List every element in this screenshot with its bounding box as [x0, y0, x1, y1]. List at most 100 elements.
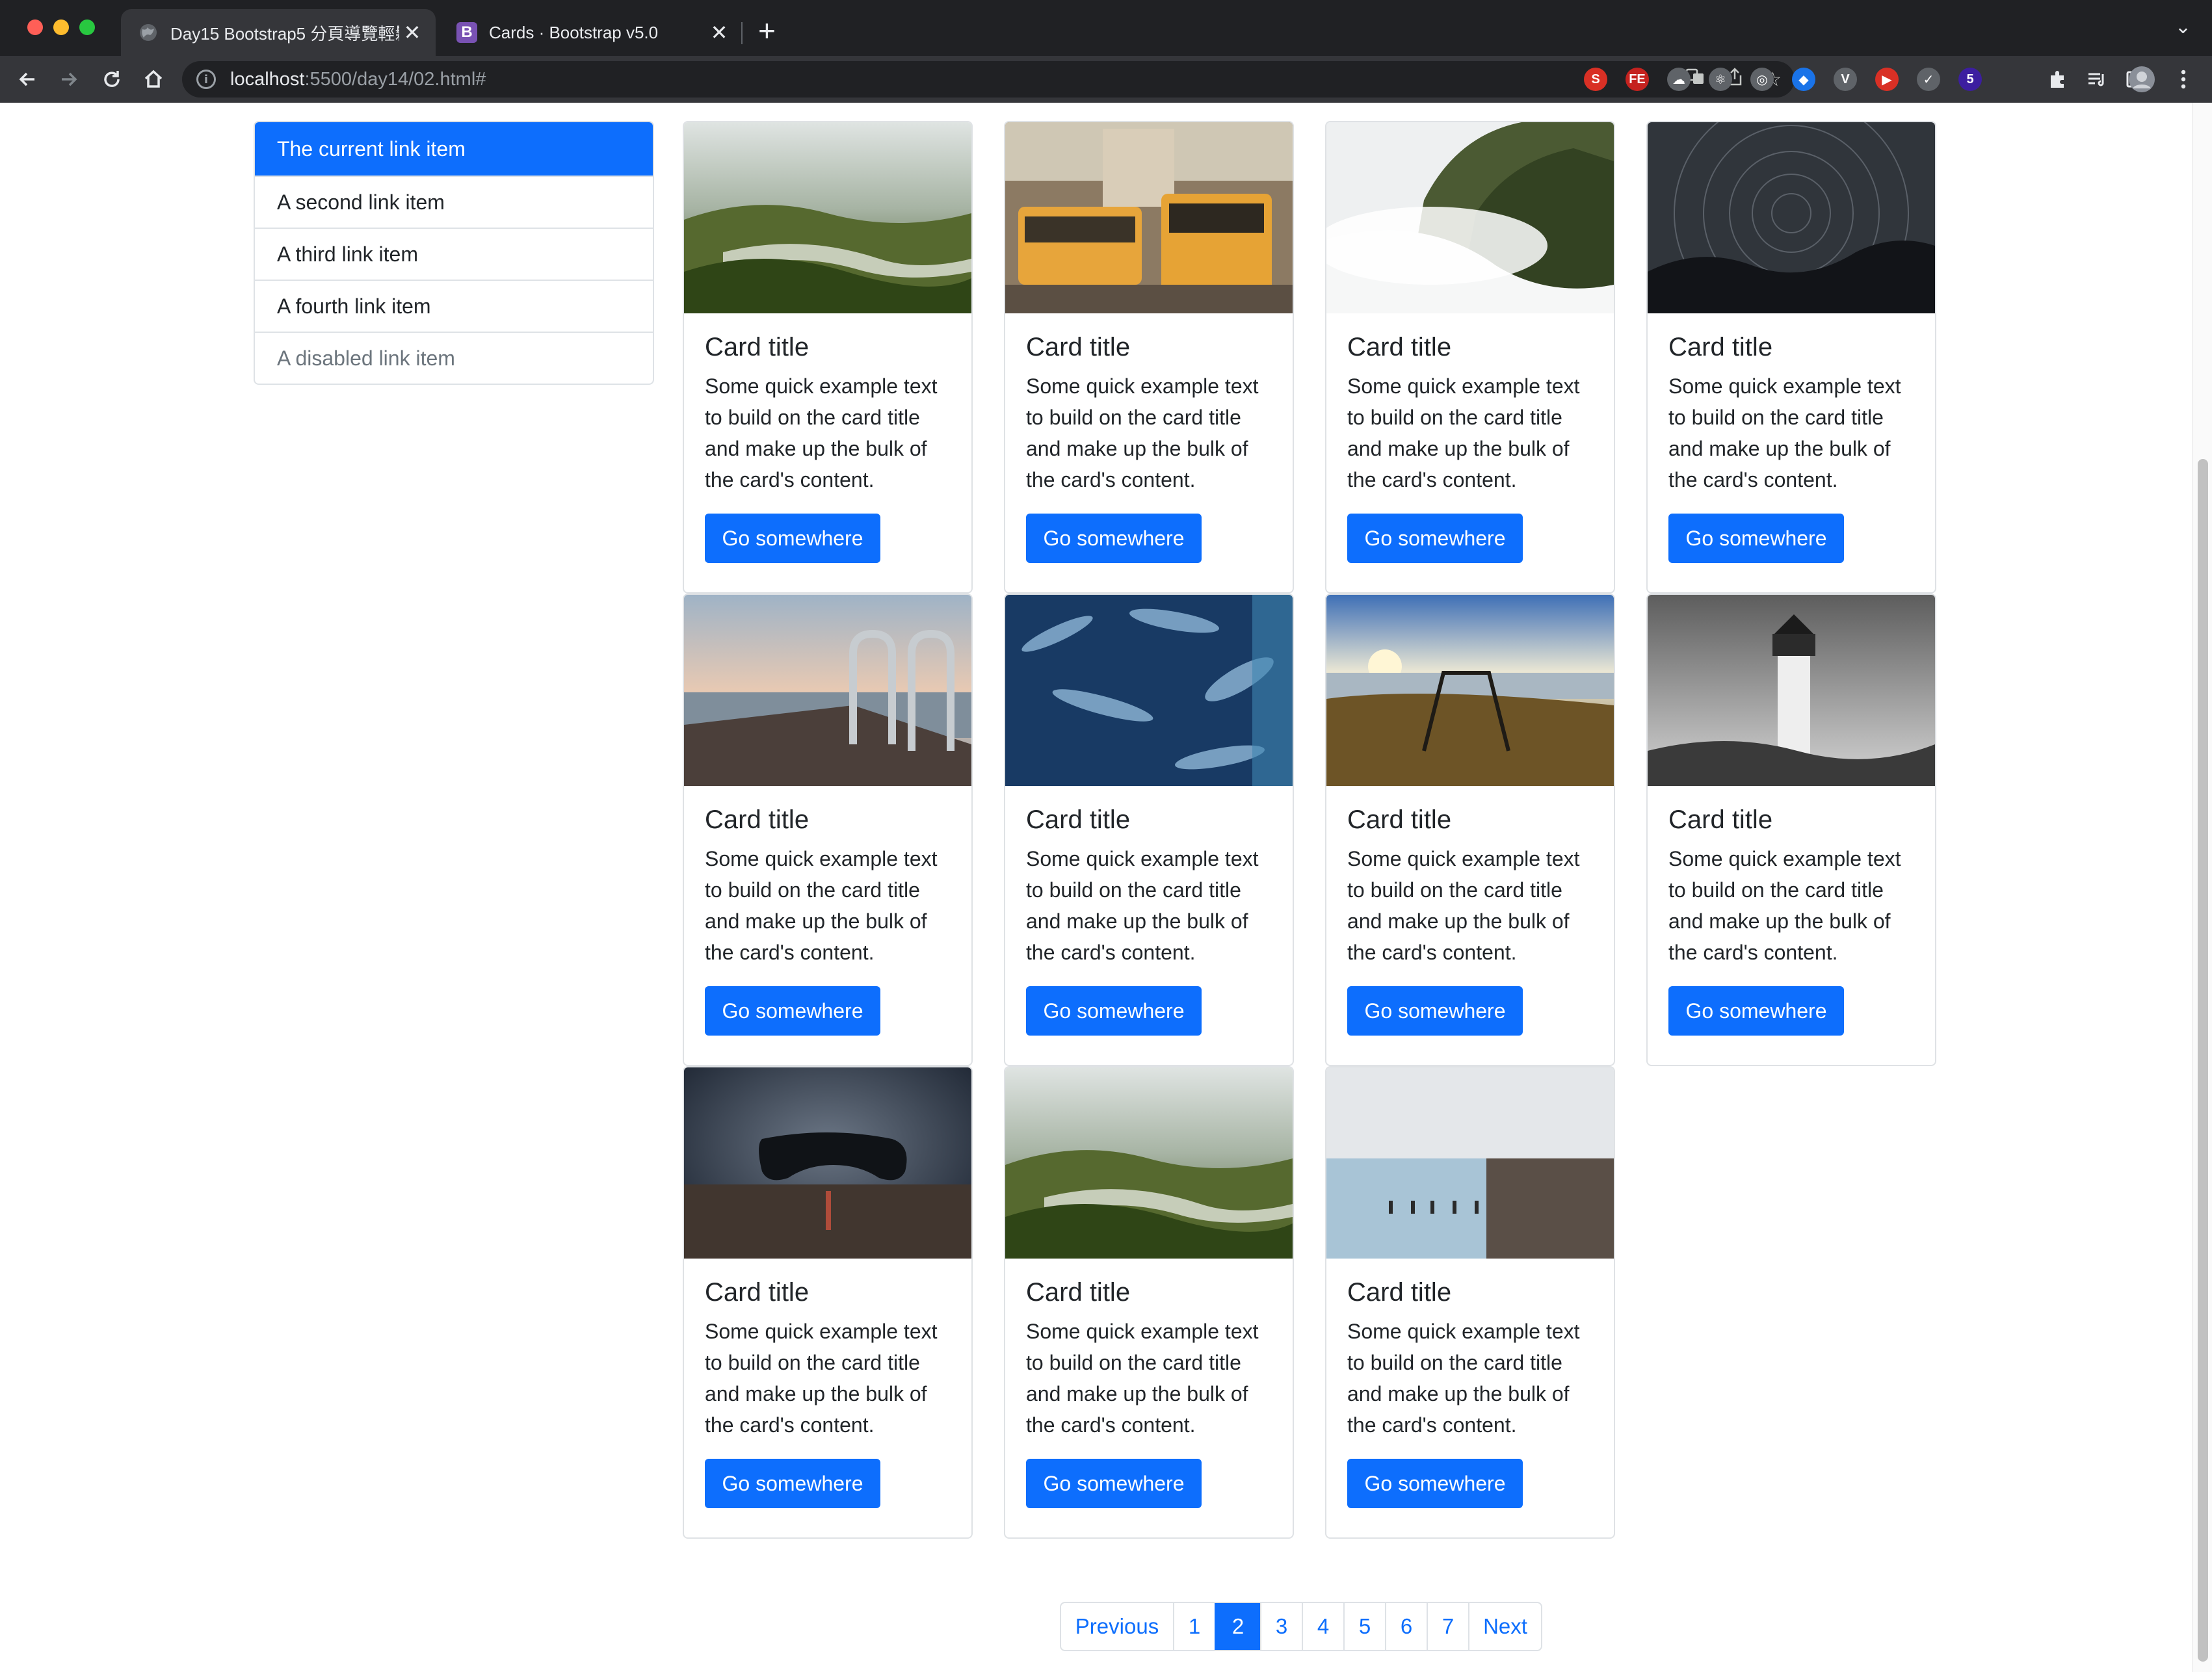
- sidebar-link-item[interactable]: A fourth link item: [255, 280, 653, 332]
- card-body: Card title Some quick example text to bui…: [1005, 313, 1293, 563]
- card-body: Card title Some quick example text to bui…: [1648, 786, 1935, 1036]
- card-body: Card title Some quick example text to bui…: [1326, 786, 1614, 1036]
- card-body: Card title Some quick example text to bui…: [684, 313, 971, 563]
- s-extension-icon[interactable]: S: [1584, 68, 1607, 91]
- sidebar-link-item[interactable]: A third link item: [255, 228, 653, 280]
- go-somewhere-button[interactable]: Go somewhere: [705, 1459, 880, 1508]
- pagination-page-7[interactable]: 7: [1427, 1603, 1468, 1650]
- tab-title: Day15 Bootstrap5 分頁導覽輕鬆: [170, 23, 399, 44]
- target-extension-icon[interactable]: ◎: [1750, 68, 1774, 91]
- card-text: Some quick example text to build on the …: [1347, 1320, 1580, 1437]
- gem-extension-icon[interactable]: ◆: [1792, 68, 1815, 91]
- go-somewhere-button[interactable]: Go somewhere: [1668, 986, 1844, 1036]
- tab-divider: [741, 22, 743, 44]
- badge-extension-icon[interactable]: 5: [1958, 68, 1982, 91]
- card-text: Some quick example text to build on the …: [1668, 374, 1901, 491]
- card-title: Card title: [1668, 333, 1773, 361]
- card: Card title Some quick example text to bui…: [1325, 121, 1615, 594]
- check-extension-icon[interactable]: ✓: [1917, 68, 1940, 91]
- browser-tab[interactable]: B Cards · Bootstrap v5.0 ✕: [440, 9, 743, 56]
- lighthouse-photo: [1648, 595, 1935, 786]
- fe-extension-icon[interactable]: FE: [1626, 68, 1649, 91]
- card-title: Card title: [705, 1278, 810, 1307]
- go-somewhere-button[interactable]: Go somewhere: [1347, 514, 1523, 563]
- page-viewport: The current link item A second link item A…: [0, 103, 2212, 1672]
- sidebar-link-item: A disabled link item: [255, 332, 653, 384]
- card-text: Some quick example text to build on the …: [1668, 847, 1901, 964]
- go-somewhere-button[interactable]: Go somewhere: [1347, 986, 1523, 1036]
- pagination-page-5[interactable]: 5: [1343, 1603, 1385, 1650]
- card: Card title Some quick example text to bui…: [1004, 1066, 1294, 1539]
- pier-ladder-photo: [684, 595, 971, 786]
- cloud-extension-icon[interactable]: ☁: [1667, 68, 1691, 91]
- scrollbar-track[interactable]: [2192, 103, 2212, 1672]
- sidebar-list-group: The current link item A second link item A…: [254, 121, 654, 385]
- go-somewhere-button[interactable]: Go somewhere: [1668, 514, 1844, 563]
- go-somewhere-button[interactable]: Go somewhere: [705, 514, 880, 563]
- address-bar[interactable]: i localhost:5500/day14/02.html# ☆: [182, 61, 1795, 98]
- card-text: Some quick example text to build on the …: [1026, 847, 1259, 964]
- forest-river-photo: [684, 122, 971, 313]
- extensions-icon[interactable]: [2039, 61, 2075, 98]
- pagination-page-4[interactable]: 4: [1302, 1603, 1343, 1650]
- browser-menu-icon[interactable]: [2165, 61, 2202, 98]
- go-somewhere-button[interactable]: Go somewhere: [1026, 986, 1202, 1036]
- pagination-page-3[interactable]: 3: [1260, 1603, 1302, 1650]
- scrollbar-thumb[interactable]: [2198, 459, 2208, 1662]
- pagination: Previous 1 2 3 4 5 6 7 Next: [1060, 1602, 1542, 1651]
- pagination-page-6[interactable]: 6: [1385, 1603, 1427, 1650]
- site-info-icon[interactable]: i: [196, 70, 216, 89]
- pagination-previous[interactable]: Previous: [1061, 1603, 1173, 1650]
- forward-icon[interactable]: [51, 61, 87, 98]
- card-text: Some quick example text to build on the …: [1347, 374, 1580, 491]
- sidebar-link-item[interactable]: The current link item: [255, 122, 653, 176]
- card-title: Card title: [705, 805, 810, 834]
- misty-cliff-photo: [1326, 122, 1614, 313]
- tab-close-icon[interactable]: ✕: [399, 20, 425, 45]
- card-body: Card title Some quick example text to bui…: [684, 786, 971, 1036]
- home-icon[interactable]: [135, 61, 172, 98]
- go-somewhere-button[interactable]: Go somewhere: [1347, 1459, 1523, 1508]
- tab-search-chevron-icon[interactable]: ⌄: [2175, 16, 2191, 38]
- reload-icon[interactable]: [94, 61, 130, 98]
- card-body: Card title Some quick example text to bui…: [684, 1259, 971, 1508]
- go-somewhere-button[interactable]: Go somewhere: [1026, 514, 1202, 563]
- browser-tab-active[interactable]: Day15 Bootstrap5 分頁導覽輕鬆 ✕: [121, 9, 436, 56]
- go-somewhere-button[interactable]: Go somewhere: [705, 986, 880, 1036]
- browser-tab-bar: Day15 Bootstrap5 分頁導覽輕鬆 ✕ B Cards · Boot…: [0, 0, 2212, 56]
- card-text: Some quick example text to build on the …: [705, 847, 938, 964]
- globe-icon: [138, 22, 159, 43]
- sidebar-link-item[interactable]: A second link item: [255, 176, 653, 228]
- youtube-extension-icon[interactable]: ▶: [1875, 68, 1899, 91]
- water-surface-photo: [1005, 595, 1293, 786]
- window-zoom-button[interactable]: [79, 20, 95, 35]
- lakeside-swing-photo: [1326, 595, 1614, 786]
- card-text: Some quick example text to build on the …: [1026, 1320, 1259, 1437]
- react-devtools-icon[interactable]: ⚛: [1709, 68, 1732, 91]
- card: Card title Some quick example text to bui…: [683, 1066, 973, 1539]
- tab-close-icon[interactable]: ✕: [706, 20, 732, 45]
- forest-river-photo: [1005, 1067, 1293, 1259]
- url-text: localhost:5500/day14/02.html#: [230, 68, 486, 90]
- game-controller-photo: [684, 1067, 971, 1259]
- pagination-page-2[interactable]: 2: [1215, 1603, 1260, 1650]
- window-minimize-button[interactable]: [53, 20, 69, 35]
- reading-list-icon[interactable]: [2078, 61, 2114, 98]
- card-body: Card title Some quick example text to bui…: [1326, 313, 1614, 563]
- card-title: Card title: [1026, 805, 1131, 834]
- extensions-bar: S FE ☁ ⚛ ◎ ◆ V ▶ ✓ 5: [1584, 61, 1982, 98]
- go-somewhere-button[interactable]: Go somewhere: [1026, 1459, 1202, 1508]
- window-close-button[interactable]: [27, 20, 43, 35]
- profile-avatar-icon[interactable]: [2124, 61, 2160, 98]
- card-title: Card title: [1026, 333, 1131, 361]
- new-tab-button[interactable]: +: [758, 13, 776, 48]
- pagination-page-1[interactable]: 1: [1173, 1603, 1215, 1650]
- pagination-next[interactable]: Next: [1468, 1603, 1541, 1650]
- card: Card title Some quick example text to bui…: [683, 121, 973, 594]
- vue-devtools-icon[interactable]: V: [1834, 68, 1857, 91]
- card: Card title Some quick example text to bui…: [1004, 594, 1294, 1066]
- tab-title: Cards · Bootstrap v5.0: [489, 22, 659, 42]
- card: Card title Some quick example text to bui…: [683, 594, 973, 1066]
- browser-toolbar: i localhost:5500/day14/02.html# ☆ S FE ☁ ⚛ ◎…: [0, 56, 2212, 104]
- back-icon[interactable]: [9, 61, 46, 98]
